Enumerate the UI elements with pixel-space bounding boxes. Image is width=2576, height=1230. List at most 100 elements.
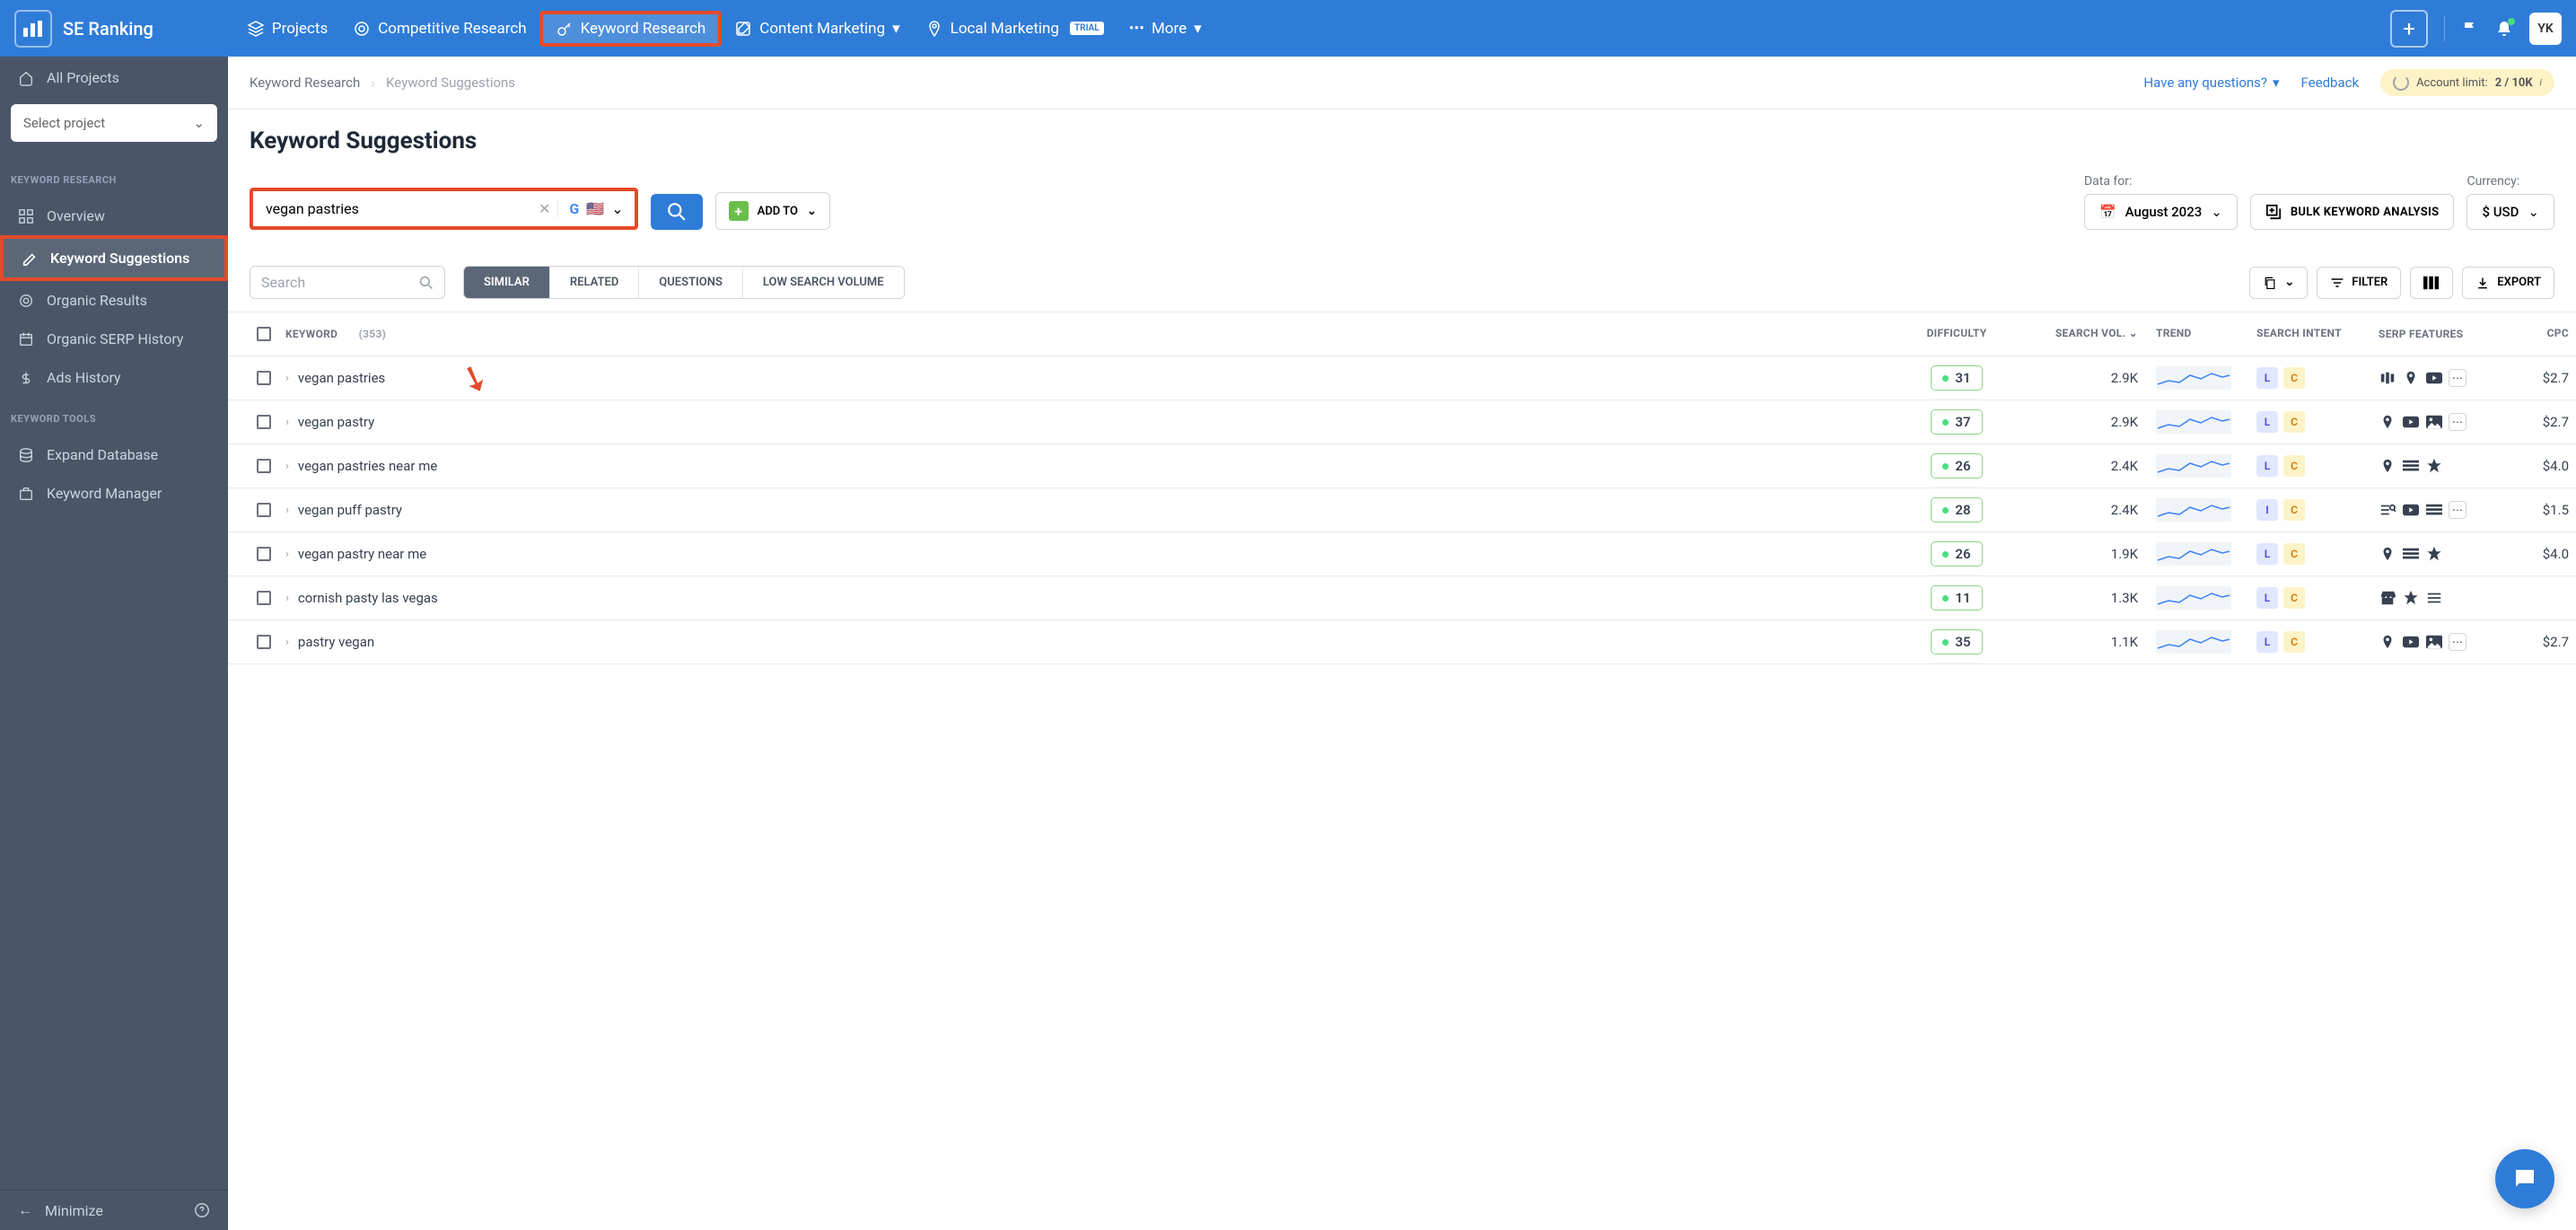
expand-icon[interactable]: › bbox=[285, 636, 289, 649]
keyword-text[interactable]: pastry vegan bbox=[298, 634, 374, 650]
export-button[interactable]: EXPORT bbox=[2462, 267, 2554, 299]
sidebar-organic-results[interactable]: Organic Results bbox=[0, 281, 228, 320]
add-button[interactable]: + bbox=[2390, 10, 2428, 48]
shop-icon[interactable] bbox=[2379, 589, 2396, 607]
flag-icon[interactable] bbox=[2461, 20, 2479, 38]
col-difficulty[interactable]: DIFFICULTY bbox=[1890, 327, 2023, 341]
more-icon[interactable]: ⋯ bbox=[2449, 369, 2466, 387]
select-all-checkbox[interactable] bbox=[257, 327, 271, 341]
sidebar-all-projects[interactable]: All Projects bbox=[0, 57, 228, 99]
sidebar-suggestions[interactable]: Keyword Suggestions bbox=[0, 235, 228, 281]
pin-icon[interactable] bbox=[2402, 369, 2420, 387]
row-checkbox[interactable] bbox=[257, 371, 271, 385]
bulk-analysis-button[interactable]: BULK KEYWORD ANALYSIS bbox=[2250, 194, 2455, 230]
col-serp[interactable]: SERP FEATURES bbox=[2379, 327, 2511, 341]
nav-projects[interactable]: Projects bbox=[234, 13, 340, 45]
help-icon[interactable] bbox=[194, 1202, 210, 1218]
row-checkbox[interactable] bbox=[257, 459, 271, 473]
cpc-value: $1.5 bbox=[2511, 502, 2576, 518]
row-checkbox[interactable] bbox=[257, 415, 271, 429]
nav-keyword-research[interactable]: Keyword Research bbox=[539, 11, 723, 47]
col-intent[interactable]: SEARCH INTENT bbox=[2246, 327, 2379, 341]
col-search-vol[interactable]: SEARCH VOL. ⌄ bbox=[2023, 327, 2156, 341]
keyword-text[interactable]: vegan pastries near me bbox=[298, 458, 437, 474]
col-cpc[interactable]: CPC bbox=[2511, 327, 2576, 341]
row-checkbox[interactable] bbox=[257, 591, 271, 605]
chat-button[interactable] bbox=[2495, 1149, 2554, 1208]
difficulty-pill: 31 bbox=[1931, 365, 1982, 391]
nav-competitive[interactable]: Competitive Research bbox=[340, 13, 539, 45]
expand-icon[interactable]: › bbox=[285, 548, 289, 561]
sidebar-ads-history[interactable]: Ads History bbox=[0, 358, 228, 397]
keyword-text[interactable]: vegan pastry bbox=[298, 414, 374, 430]
sidebar-kw-manager[interactable]: Keyword Manager bbox=[0, 474, 228, 513]
serp-icon[interactable] bbox=[2379, 501, 2396, 519]
date-selector[interactable]: 📅 August 2023 ⌄ bbox=[2084, 194, 2238, 230]
video-icon[interactable] bbox=[2402, 633, 2420, 651]
lines-icon[interactable] bbox=[2425, 589, 2443, 607]
star-icon[interactable] bbox=[2425, 545, 2443, 563]
sidebar-overview[interactable]: Overview bbox=[0, 197, 228, 235]
keyword-input[interactable] bbox=[253, 191, 531, 226]
tab-questions[interactable]: QUESTIONS bbox=[639, 267, 743, 298]
video-icon[interactable] bbox=[2402, 413, 2420, 431]
filter-button[interactable]: FILTER bbox=[2317, 267, 2401, 299]
star-icon[interactable] bbox=[2425, 457, 2443, 475]
pin-icon[interactable] bbox=[2379, 413, 2396, 431]
currency-selector[interactable]: $ USD ⌄ bbox=[2466, 194, 2554, 230]
sidebar-minimize[interactable]: ← Minimize bbox=[0, 1190, 228, 1230]
project-select[interactable]: Select project ⌄ bbox=[11, 104, 217, 142]
account-limit-badge[interactable]: Account limit: 2 / 10K i bbox=[2380, 69, 2554, 96]
more-icon[interactable]: ⋯ bbox=[2449, 413, 2466, 431]
keyword-text[interactable]: vegan pastries bbox=[298, 370, 385, 386]
nav-content[interactable]: Content Marketing ▾ bbox=[722, 13, 912, 45]
help-link[interactable]: Have any questions? ▾ bbox=[2143, 75, 2279, 91]
row-checkbox[interactable] bbox=[257, 635, 271, 649]
sidebar-expand-db[interactable]: Expand Database bbox=[0, 435, 228, 474]
expand-icon[interactable]: › bbox=[285, 372, 289, 385]
tab-related[interactable]: RELATED bbox=[550, 267, 639, 298]
logo-icon[interactable] bbox=[14, 10, 52, 48]
carousel-icon[interactable] bbox=[2379, 369, 2396, 387]
star-icon[interactable] bbox=[2402, 589, 2420, 607]
tab-low-vol[interactable]: LOW SEARCH VOLUME bbox=[743, 267, 904, 298]
expand-icon[interactable]: › bbox=[285, 460, 289, 473]
add-to-button[interactable]: + ADD TO ⌄ bbox=[715, 192, 830, 230]
search-engine-selector[interactable]: G 🇺🇸 ⌄ bbox=[557, 200, 634, 217]
table-search[interactable]: Search bbox=[250, 266, 445, 299]
user-avatar[interactable]: YK bbox=[2529, 13, 2562, 45]
clear-icon[interactable]: ✕ bbox=[531, 200, 557, 217]
pin-icon[interactable] bbox=[2379, 457, 2396, 475]
bell-icon[interactable] bbox=[2495, 20, 2513, 38]
more-icon[interactable]: ⋯ bbox=[2449, 501, 2466, 519]
list-icon[interactable] bbox=[2425, 501, 2443, 519]
pin-icon[interactable] bbox=[2379, 545, 2396, 563]
col-trend[interactable]: TREND bbox=[2156, 327, 2246, 341]
video-icon[interactable] bbox=[2425, 369, 2443, 387]
expand-icon[interactable]: › bbox=[285, 416, 289, 429]
keyword-text[interactable]: vegan pastry near me bbox=[298, 546, 426, 562]
tab-similar[interactable]: SIMILAR bbox=[464, 267, 550, 298]
pin-icon[interactable] bbox=[2379, 633, 2396, 651]
trend-sparkline bbox=[2156, 454, 2231, 478]
more-icon[interactable]: ⋯ bbox=[2449, 633, 2466, 651]
keyword-text[interactable]: vegan puff pastry bbox=[298, 502, 402, 518]
list-icon[interactable] bbox=[2402, 457, 2420, 475]
sidebar-serp-history[interactable]: Organic SERP History bbox=[0, 320, 228, 358]
row-checkbox[interactable] bbox=[257, 503, 271, 517]
nav-more[interactable]: ••• More ▾ bbox=[1117, 13, 1214, 45]
breadcrumb-1[interactable]: Keyword Research bbox=[250, 75, 360, 91]
image-icon[interactable] bbox=[2425, 413, 2443, 431]
list-icon[interactable] bbox=[2402, 545, 2420, 563]
expand-icon[interactable]: › bbox=[285, 504, 289, 517]
nav-local[interactable]: Local Marketing TRIAL bbox=[913, 13, 1117, 45]
image-icon[interactable] bbox=[2425, 633, 2443, 651]
columns-button[interactable] bbox=[2410, 267, 2453, 299]
expand-icon[interactable]: › bbox=[285, 592, 289, 605]
feedback-link[interactable]: Feedback bbox=[2301, 75, 2360, 91]
video-icon[interactable] bbox=[2402, 501, 2420, 519]
row-checkbox[interactable] bbox=[257, 547, 271, 561]
copy-button[interactable]: ⌄ bbox=[2249, 267, 2308, 299]
search-button[interactable] bbox=[651, 194, 703, 230]
keyword-text[interactable]: cornish pasty las vegas bbox=[298, 590, 438, 606]
